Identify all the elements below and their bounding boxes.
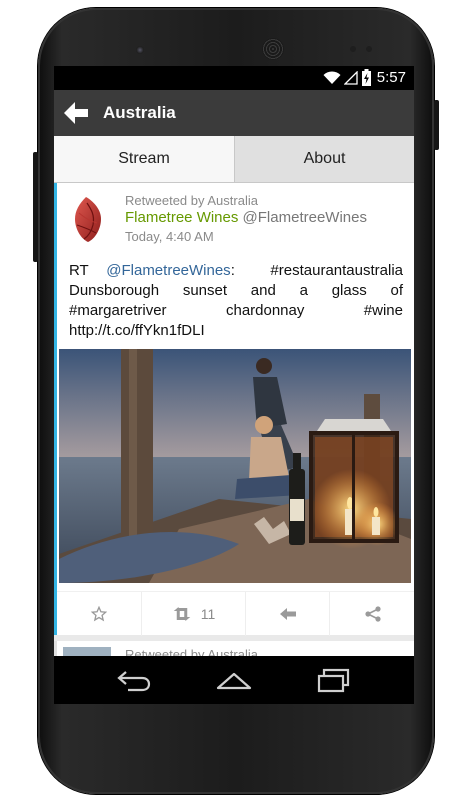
tweet-line-2: Dunsborough sunset and a glass of	[69, 282, 403, 299]
light-sensor	[350, 46, 356, 52]
rt-prefix: RT	[69, 262, 89, 279]
proximity-sensor	[366, 46, 372, 52]
status-time: 5:57	[376, 69, 406, 86]
tweet-actions: 11	[57, 591, 414, 636]
author-name[interactable]: Flametree Wines	[125, 209, 238, 226]
home-nav-icon[interactable]	[214, 666, 254, 694]
tab-bar: Stream About	[54, 136, 414, 183]
retweeted-by-label: Retweeted by Australia	[125, 193, 258, 208]
wifi-icon	[323, 71, 341, 84]
back-nav-icon[interactable]	[116, 666, 152, 694]
retweet-button[interactable]: 11	[141, 592, 246, 636]
volume-button	[33, 152, 38, 262]
star-icon	[91, 606, 107, 622]
tab-stream[interactable]: Stream	[54, 136, 235, 182]
tweet-line-3: #margaretriver chardonnay #wine	[69, 302, 403, 319]
tweet-line-1: RT @FlametreeWines: #restaurantaustralia	[69, 261, 403, 281]
tweet-card[interactable]: Retweeted by Australia Flametree Wines @…	[54, 183, 414, 636]
retweet-count: 11	[200, 606, 216, 622]
battery-charging-icon	[362, 69, 371, 86]
share-icon	[364, 606, 381, 622]
tweet-photo[interactable]	[59, 349, 411, 583]
page-title: Australia	[103, 103, 176, 122]
screen: 5:57 Australia Stream About Retweeted by…	[54, 66, 414, 704]
tab-about[interactable]: About	[235, 136, 414, 182]
back-arrow-icon[interactable]	[64, 102, 88, 124]
tweet-link[interactable]: http://t.co/ffYkn1fDLI	[69, 321, 403, 341]
retweet-icon	[173, 607, 190, 621]
favorite-button[interactable]	[57, 592, 141, 636]
tweet-timestamp: Today, 4:40 AM	[125, 229, 214, 244]
flametree-avatar[interactable]	[71, 195, 105, 243]
recents-nav-icon[interactable]	[316, 666, 352, 694]
hashtag-restaurantaustralia: : #restaurantaustralia	[230, 262, 404, 279]
navigation-bar	[54, 656, 414, 704]
mention-link[interactable]: @FlametreeWines	[106, 262, 230, 279]
reply-button[interactable]	[245, 592, 330, 636]
front-camera	[136, 46, 144, 54]
author-line: Flametree Wines @FlametreeWines	[125, 209, 367, 226]
stream-feed[interactable]: Retweeted by Australia Flametree Wines @…	[54, 183, 414, 704]
earpiece-speaker	[262, 38, 284, 60]
cell-signal-icon	[344, 71, 358, 85]
power-button	[434, 100, 439, 150]
status-bar: 5:57	[54, 66, 414, 90]
share-button[interactable]	[329, 592, 414, 636]
reply-icon	[280, 608, 296, 620]
author-handle[interactable]: @FlametreeWines	[243, 209, 367, 226]
tweet-text: RT @FlametreeWines: #restaurantaustralia…	[69, 261, 403, 341]
action-bar: Australia	[54, 90, 414, 136]
